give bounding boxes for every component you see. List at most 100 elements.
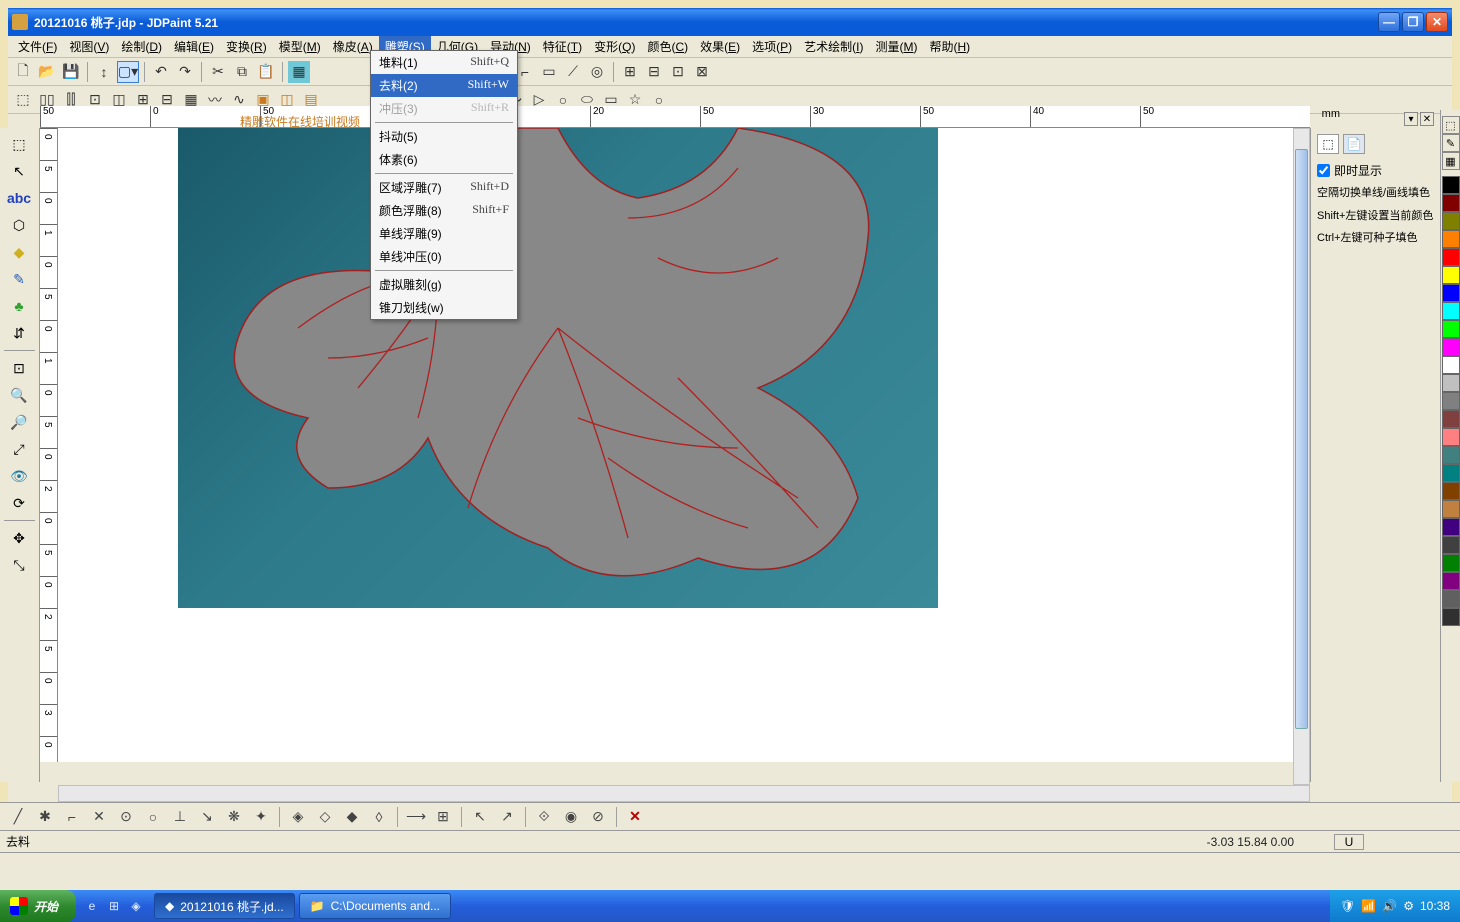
color-swatch[interactable] [1442, 554, 1460, 572]
panel-min[interactable]: ▾ [1404, 112, 1418, 126]
color-swatch[interactable] [1442, 446, 1460, 464]
bt-6[interactable]: ○ [141, 806, 165, 828]
menu-item-去料(2)[interactable]: 去料(2)Shift+W [371, 74, 517, 97]
color-swatch[interactable] [1442, 266, 1460, 284]
lt-pan[interactable]: ✥ [4, 526, 34, 550]
system-tray[interactable]: 🛡 📶 🔊 ⚙ 10:38 [1330, 890, 1460, 922]
menu-颜色[interactable]: 颜色(C) [641, 36, 694, 57]
lt-drop[interactable]: ♣ [4, 294, 34, 318]
color-swatch[interactable] [1442, 194, 1460, 212]
menu-item-冲压(3)[interactable]: 冲压(3)Shift+R [371, 97, 517, 120]
bt-delete[interactable]: ✕ [623, 806, 647, 828]
lt-eye[interactable]: 👁 [4, 464, 34, 488]
menu-item-单线冲压(0)[interactable]: 单线冲压(0) [371, 245, 517, 268]
lt-zoom-out[interactable]: 🔎 [4, 410, 34, 434]
menu-绘制[interactable]: 绘制(D) [115, 36, 168, 57]
color-tool-icon[interactable]: ⬚ [1442, 116, 1460, 134]
color-swatch[interactable] [1442, 536, 1460, 554]
realtime-checkbox-row[interactable]: 即时显示 [1317, 162, 1454, 179]
menu-文件[interactable]: 文件(F) [12, 36, 63, 57]
task-jdpaint[interactable]: ◆ 20121016 桃子.jd... [154, 893, 295, 919]
lt-pointer[interactable]: ↖ [4, 159, 34, 183]
bt-13[interactable]: ◆ [340, 806, 364, 828]
lt-shape[interactable]: ⬡ [4, 213, 34, 237]
bt-16[interactable]: ⊞ [431, 806, 455, 828]
color-tool-icon[interactable]: ✎ [1442, 134, 1460, 152]
color-swatch[interactable] [1442, 572, 1460, 590]
redo-button[interactable]: ↷ [174, 61, 196, 83]
menu-变换[interactable]: 变换(R) [220, 36, 273, 57]
rtab-selection[interactable]: ⬚ [1317, 134, 1339, 154]
color-swatch[interactable] [1442, 500, 1460, 518]
close-button[interactable]: ✕ [1426, 12, 1448, 32]
color-swatch[interactable] [1442, 482, 1460, 500]
bt-1[interactable]: ╱ [6, 806, 30, 828]
bt-2[interactable]: ✱ [33, 806, 57, 828]
lt-brush[interactable]: ✎ [4, 267, 34, 291]
canvas[interactable] [178, 128, 938, 608]
canvas-area[interactable] [58, 128, 1310, 762]
ql-ie-icon[interactable]: e [82, 895, 102, 917]
group-b[interactable]: ⊟ [643, 61, 665, 83]
bt-9[interactable]: ❋ [222, 806, 246, 828]
curve-tool[interactable]: ⟋ [562, 61, 584, 83]
color-swatch[interactable] [1442, 428, 1460, 446]
vertical-scrollbar[interactable] [1293, 128, 1310, 785]
bt-14[interactable]: ◊ [367, 806, 391, 828]
color-swatch[interactable] [1442, 392, 1460, 410]
copy-button[interactable]: ⧉ [231, 61, 253, 83]
menu-item-体素(6)[interactable]: 体素(6) [371, 148, 517, 171]
color-swatch[interactable] [1442, 176, 1460, 194]
menu-特征[interactable]: 特征(T) [537, 36, 588, 57]
task-explorer[interactable]: 📁 C:\Documents and... [299, 893, 451, 919]
arrow-button[interactable]: ↕ [93, 61, 115, 83]
menu-编辑[interactable]: 编辑(E) [168, 36, 220, 57]
color-swatch[interactable] [1442, 212, 1460, 230]
ql-desktop-icon[interactable]: ⊞ [104, 895, 124, 917]
menu-视图[interactable]: 视图(V) [63, 36, 115, 57]
group-d[interactable]: ⊠ [691, 61, 713, 83]
bt-18[interactable]: ↗ [495, 806, 519, 828]
color-swatch[interactable] [1442, 410, 1460, 428]
bt-8[interactable]: ↘ [195, 806, 219, 828]
lt-text[interactable]: abc [4, 186, 34, 210]
bt-12[interactable]: ◇ [313, 806, 337, 828]
tray-icon-4[interactable]: ⚙ [1403, 899, 1414, 913]
lt-zoom-area[interactable]: ⊡ [4, 356, 34, 380]
panel-close[interactable]: ✕ [1420, 112, 1434, 126]
color-swatch[interactable] [1442, 284, 1460, 302]
paste-button[interactable]: 📋 [255, 61, 277, 83]
bt-10[interactable]: ✦ [249, 806, 273, 828]
menu-item-颜色浮雕(8)[interactable]: 颜色浮雕(8)Shift+F [371, 199, 517, 222]
cut-button[interactable]: ✂ [207, 61, 229, 83]
bt-5[interactable]: ⊙ [114, 806, 138, 828]
menu-效果[interactable]: 效果(E) [694, 36, 746, 57]
rect-tool[interactable]: ▭ [538, 61, 560, 83]
start-button[interactable]: 开始 [0, 890, 76, 922]
color-swatch[interactable] [1442, 248, 1460, 266]
menu-测量[interactable]: 测量(M) [870, 36, 924, 57]
bt-11[interactable]: ◈ [286, 806, 310, 828]
minimize-button[interactable]: — [1378, 12, 1400, 32]
menu-item-抖动(5)[interactable]: 抖动(5) [371, 125, 517, 148]
lt-zoom-fit[interactable]: ⤢ [4, 437, 34, 461]
lt-axis[interactable]: ⇵ [4, 321, 34, 345]
undo-button[interactable]: ↶ [150, 61, 172, 83]
select-button[interactable]: ▢▾ [117, 61, 139, 83]
color-swatch[interactable] [1442, 608, 1460, 626]
lt-select-rect[interactable]: ⬚ [4, 132, 34, 156]
lt-zoom-in[interactable]: 🔍 [4, 383, 34, 407]
open-button[interactable]: 📂 [36, 61, 58, 83]
maximize-button[interactable]: ❐ [1402, 12, 1424, 32]
bt-15[interactable]: ⟶ [404, 806, 428, 828]
tray-icon-2[interactable]: 📶 [1361, 899, 1376, 913]
bt-17[interactable]: ↖ [468, 806, 492, 828]
bt-3[interactable]: ⌐ [60, 806, 84, 828]
group-c[interactable]: ⊡ [667, 61, 689, 83]
clock[interactable]: 10:38 [1420, 899, 1450, 913]
tray-icon-3[interactable]: 🔊 [1382, 899, 1397, 913]
lt-scale[interactable]: ⤡ [4, 553, 34, 577]
color-swatch[interactable] [1442, 338, 1460, 356]
menu-模型[interactable]: 模型(M) [273, 36, 327, 57]
bt-20[interactable]: ◉ [559, 806, 583, 828]
